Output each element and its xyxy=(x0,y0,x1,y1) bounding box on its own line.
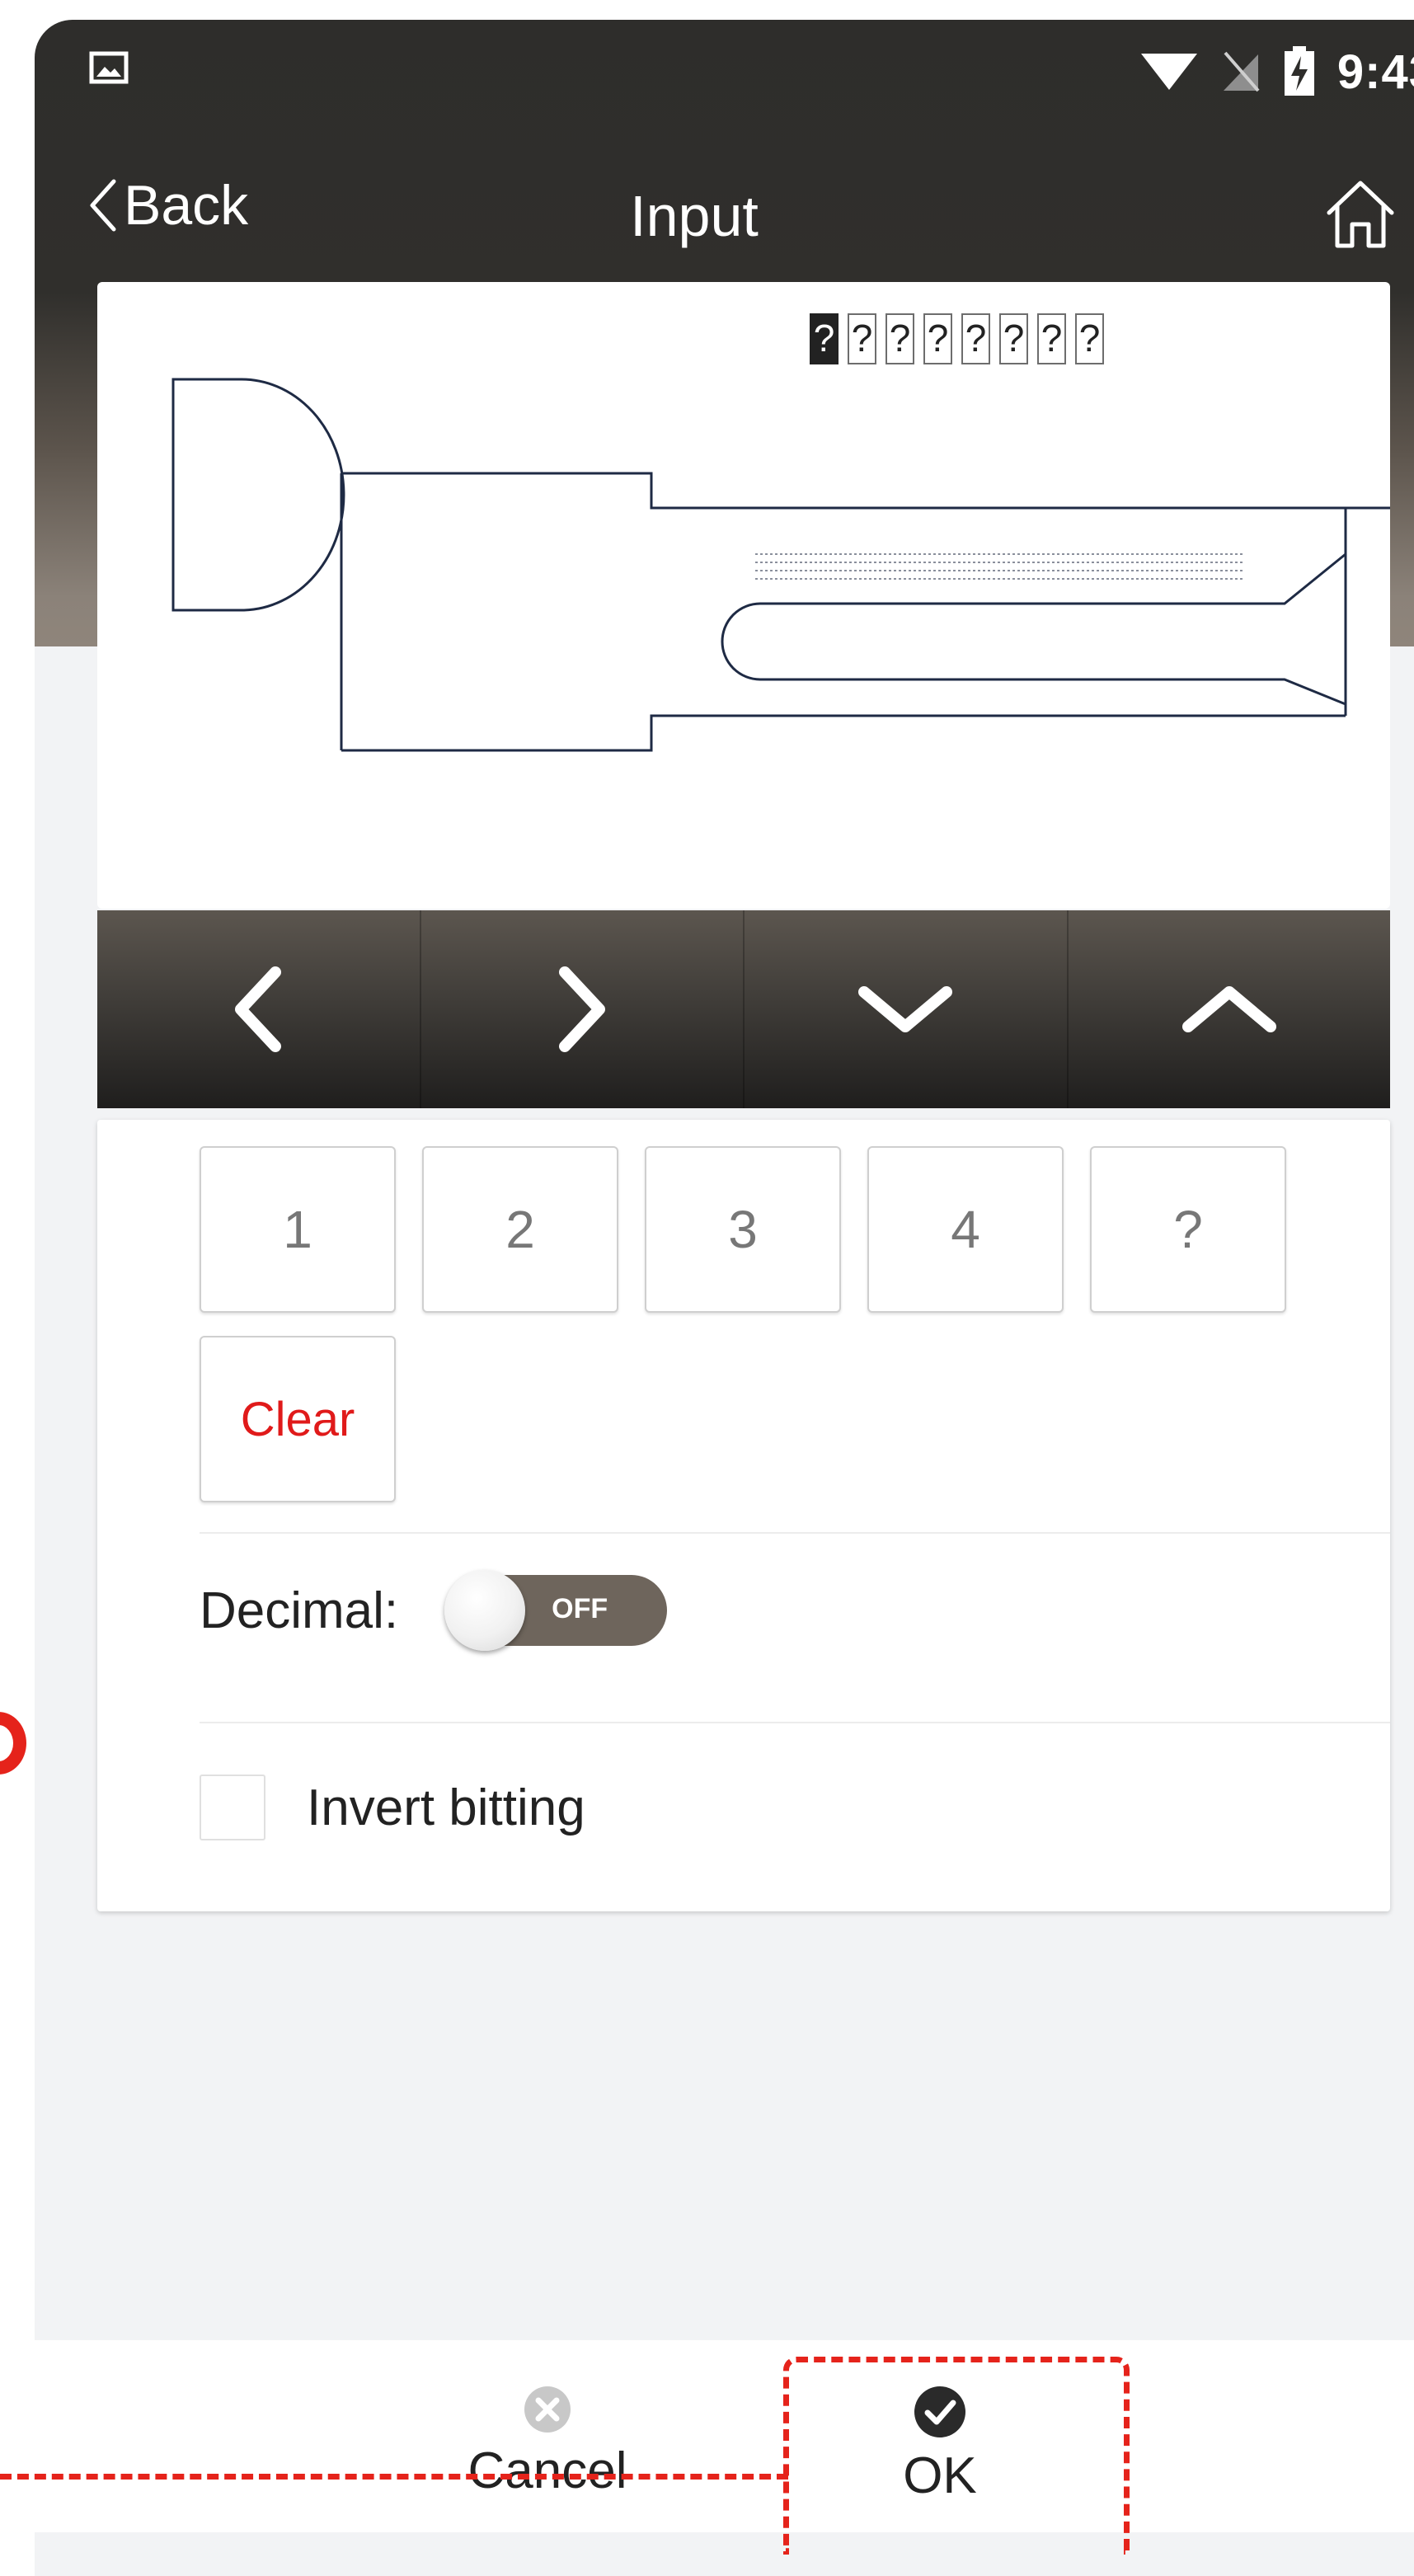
app-screen: 9:43 Back Input ? ? xyxy=(35,20,1414,2576)
no-sim-icon xyxy=(1223,51,1260,92)
cancel-button[interactable]: Cancel xyxy=(440,2385,655,2500)
code-cell-5[interactable]: ? xyxy=(961,313,990,364)
key-diagram xyxy=(171,378,1390,752)
chevron-up-icon xyxy=(1181,986,1276,1032)
invert-bitting-row: Invert bitting xyxy=(200,1775,585,1840)
code-cell-8[interactable]: ? xyxy=(1075,313,1104,364)
move-right-button[interactable] xyxy=(421,910,745,1108)
bottom-action-bar: Cancel OK xyxy=(0,2340,1414,2532)
image-icon xyxy=(89,51,129,84)
status-bar: 9:43 xyxy=(35,20,1414,135)
code-cell-7[interactable]: ? xyxy=(1037,313,1066,364)
digit-button-1[interactable]: 1 xyxy=(200,1146,396,1313)
digit-button-4[interactable]: 4 xyxy=(867,1146,1064,1313)
decimal-row: Decimal: OFF xyxy=(200,1570,668,1651)
annotation-circle-marker xyxy=(0,1712,26,1775)
invert-bitting-label: Invert bitting xyxy=(307,1779,585,1836)
chevron-left-icon xyxy=(235,966,282,1052)
page-title: Input xyxy=(630,184,759,248)
digit-button-3[interactable]: 3 xyxy=(645,1146,841,1313)
chevron-down-icon xyxy=(858,986,953,1032)
increase-button[interactable] xyxy=(1069,910,1391,1108)
key-diagram-panel: ? ? ? ? ? ? ? ? xyxy=(97,282,1390,909)
code-cell-3[interactable]: ? xyxy=(886,313,914,364)
divider xyxy=(200,1722,1390,1723)
invert-bitting-checkbox[interactable] xyxy=(200,1775,265,1840)
cancel-icon xyxy=(524,2386,571,2433)
divider xyxy=(200,1532,1390,1534)
clear-button[interactable]: Clear xyxy=(200,1336,396,1502)
bitting-code-cells: ? ? ? ? ? ? ? ? xyxy=(810,313,1104,364)
battery-charging-icon xyxy=(1284,46,1314,96)
navigation-arrow-bar xyxy=(97,910,1390,1108)
code-cell-2[interactable]: ? xyxy=(848,313,876,364)
decimal-toggle[interactable]: OFF xyxy=(444,1570,668,1651)
digit-keypad: 1 2 3 4 ? xyxy=(200,1146,1286,1313)
toggle-state-text: OFF xyxy=(552,1593,608,1624)
move-left-button[interactable] xyxy=(97,910,421,1108)
input-panel: 1 2 3 4 ? Clear Decimal: OFF Invert bitt… xyxy=(97,1120,1390,1911)
code-cell-1[interactable]: ? xyxy=(810,313,839,364)
code-cell-4[interactable]: ? xyxy=(923,313,952,364)
wifi-icon xyxy=(1140,54,1197,90)
digit-button-2[interactable]: 2 xyxy=(422,1146,618,1313)
toggle-knob xyxy=(444,1570,526,1651)
annotation-dashed-highlight xyxy=(783,2357,1130,2555)
decrease-button[interactable] xyxy=(745,910,1069,1108)
decimal-label: Decimal: xyxy=(200,1582,399,1639)
unknown-digit-button[interactable]: ? xyxy=(1090,1146,1286,1313)
chevron-right-icon xyxy=(558,966,605,1052)
annotation-dashed-line xyxy=(0,2474,788,2480)
cancel-label: Cancel xyxy=(467,2442,627,2499)
home-icon[interactable] xyxy=(1321,175,1400,254)
code-cell-6[interactable]: ? xyxy=(999,313,1028,364)
nav-bar: Back Input xyxy=(35,158,1414,257)
status-time: 9:43 xyxy=(1336,45,1414,99)
